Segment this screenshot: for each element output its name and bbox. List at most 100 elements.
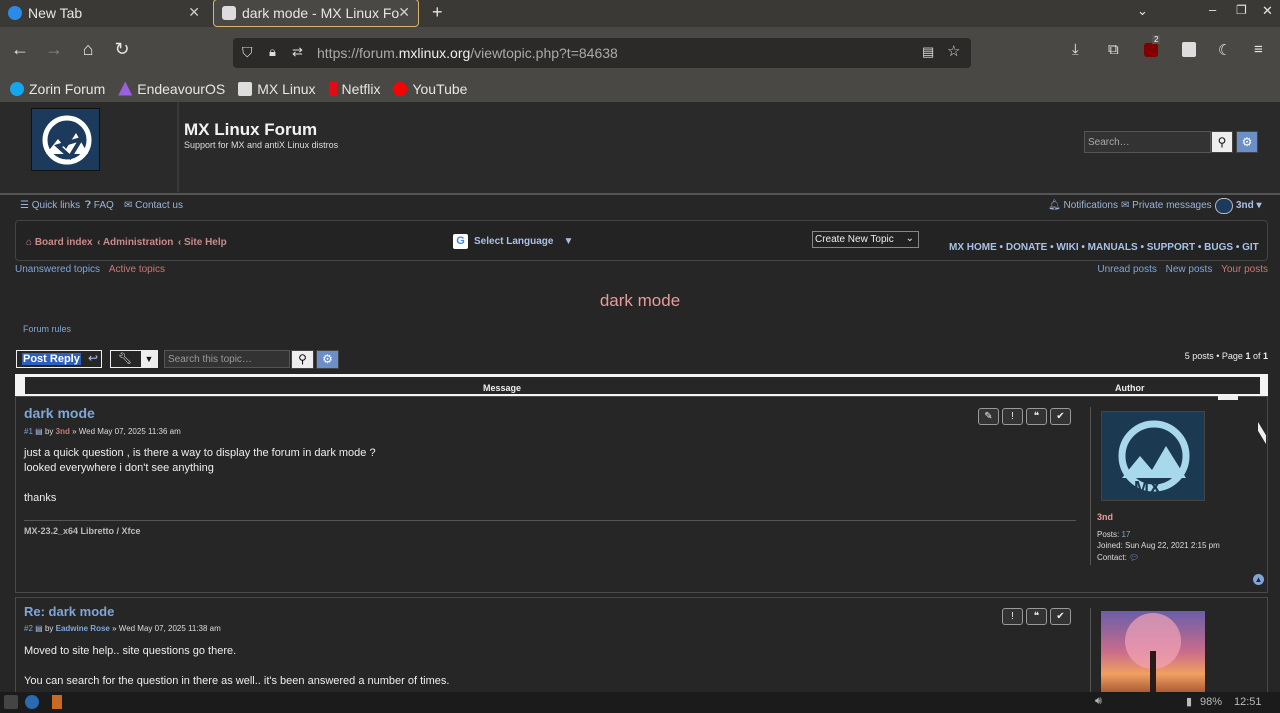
topic-tools-button[interactable]: 🔧︎ ▼ <box>110 350 158 368</box>
pagination-of: of <box>1250 351 1263 361</box>
support-link[interactable]: SUPPORT <box>1147 242 1195 253</box>
report-button[interactable]: ! <box>1002 608 1023 625</box>
author-avatar[interactable]: MX <box>1101 411 1205 501</box>
url-domain: mxlinux.org <box>398 45 471 61</box>
advanced-search-button[interactable]: ⚙ <box>316 350 339 369</box>
close-icon[interactable]: ✕ <box>398 4 410 21</box>
clock[interactable]: 12:51 <box>1234 696 1262 708</box>
url-bar[interactable]: ⛉ 🔒︎ ⇄ https://forum. mxlinux.org/viewtop… <box>233 38 971 68</box>
check-button[interactable]: ✔ <box>1050 608 1071 625</box>
quote-button[interactable]: ❝ <box>1026 608 1047 625</box>
user-menu[interactable]: 3nd ▾ <box>1236 200 1262 211</box>
profile-name[interactable]: 3nd <box>1097 512 1113 522</box>
author-avatar[interactable] <box>1101 611 1205 692</box>
post-author[interactable]: Eadwine Rose <box>56 624 110 633</box>
mx-home-link[interactable]: MX HOME <box>949 242 997 253</box>
manuals-link[interactable]: MANUALS <box>1088 242 1138 253</box>
forward-icon[interactable]: → <box>42 39 66 60</box>
create-topic-select[interactable]: Create New Topic ⌄ <box>812 231 919 248</box>
back-to-top-icon[interactable]: ▲ <box>1253 574 1264 585</box>
volume-icon[interactable]: 🔊︎ <box>1095 695 1102 708</box>
contact-label: Contact us <box>135 200 183 211</box>
bookmark-netflix[interactable]: Netflix <box>328 81 380 97</box>
search-topic-input[interactable]: Search this topic… <box>164 350 290 368</box>
contact-link[interactable]: ✉ Contact us <box>124 200 183 211</box>
bookmark-endeavouros[interactable]: EndeavourOS <box>118 81 225 97</box>
menu-icon[interactable]: ≡ <box>1254 41 1263 58</box>
reload-icon[interactable]: ↻ <box>110 39 134 60</box>
mx-logo[interactable] <box>31 108 100 171</box>
breadcrumb-site-help[interactable]: Site Help <box>184 237 227 248</box>
active-topics-link[interactable]: Active topics <box>109 264 165 275</box>
check-button[interactable]: ✔ <box>1050 408 1071 425</box>
new-tab-button[interactable]: + <box>432 2 443 23</box>
battery-icon[interactable]: ▮ <box>1186 695 1192 708</box>
download-icon[interactable]: ⤓ <box>1072 41 1079 58</box>
new-posts-link[interactable]: New posts <box>1166 264 1213 275</box>
close-icon[interactable]: ✕ <box>188 4 200 21</box>
post-number[interactable]: #2 <box>24 624 33 633</box>
wiki-link[interactable]: WIKI <box>1056 242 1078 253</box>
netflix-icon <box>328 81 337 96</box>
breadcrumb-board-index[interactable]: Board index <box>35 237 93 248</box>
home-icon[interactable]: ⌂ <box>76 39 100 60</box>
donate-link[interactable]: DONATE <box>1006 242 1047 253</box>
app-taskbar-icon[interactable] <box>52 695 62 709</box>
bitwarden-icon[interactable] <box>1182 42 1196 57</box>
post-title[interactable]: Re: dark mode <box>24 604 114 619</box>
your-posts-link[interactable]: Your posts <box>1221 264 1268 275</box>
quote-button[interactable]: ❝ <box>1026 408 1047 425</box>
dark-reader-icon[interactable]: ☾ <box>1218 41 1231 59</box>
post-title[interactable]: dark mode <box>24 405 95 421</box>
bookmark-star-icon[interactable]: ☆ <box>947 42 960 60</box>
list-tabs-icon[interactable]: ⌄ <box>1137 3 1148 19</box>
private-messages-link[interactable]: ✉ Private messages <box>1121 200 1212 211</box>
unanswered-topics-link[interactable]: Unanswered topics <box>15 264 100 275</box>
post-number[interactable]: #1 <box>24 427 33 436</box>
forum-rules-link[interactable]: Forum rules <box>23 324 71 334</box>
minimize-icon[interactable]: – <box>1209 2 1216 17</box>
reader-view-icon[interactable]: ▤ <box>922 44 934 60</box>
unread-posts-link[interactable]: Unread posts <box>1097 264 1156 275</box>
tab-dark-mode[interactable]: dark mode - MX Linux For ✕ <box>213 0 419 27</box>
bookmark-youtube[interactable]: YouTube <box>393 81 467 97</box>
search-topic-button[interactable]: ⚲ <box>291 350 314 369</box>
tab-new-tab[interactable]: New Tab ✕ <box>0 0 208 26</box>
git-link[interactable]: GIT <box>1242 242 1259 253</box>
taskbar: 🔊︎ ▮ 98% 12:51 <box>0 692 1280 713</box>
url-prefix: https://forum. <box>317 45 399 61</box>
ublock-icon[interactable] <box>1144 43 1158 57</box>
notifications-link[interactable]: 🔔︎ Notifications <box>1048 200 1118 211</box>
window-close-icon[interactable]: ✕ <box>1262 3 1273 19</box>
puzzle-icon[interactable]: ⧉ <box>1108 41 1119 58</box>
bookmark-zorin[interactable]: Zorin Forum <box>10 81 105 97</box>
edit-button[interactable]: ✎ <box>978 408 999 425</box>
mx-menu-icon[interactable] <box>4 695 18 709</box>
faq-link[interactable]: ❓︎ FAQ <box>85 200 114 211</box>
bugs-link[interactable]: BUGS <box>1204 242 1233 253</box>
profile-posts-count[interactable]: 17 <box>1121 530 1130 539</box>
shield-icon[interactable]: ⛉ <box>242 44 253 61</box>
post-reply-button[interactable]: Post Reply ↩ <box>16 350 102 368</box>
header-divider <box>177 102 179 192</box>
advanced-search-button[interactable]: ⚙ <box>1236 131 1258 153</box>
browser-taskbar-icon[interactable] <box>25 695 39 709</box>
site-name[interactable]: MX Linux Forum <box>184 120 317 140</box>
chat-bubble-icon[interactable]: 💬︎ <box>1129 553 1139 562</box>
lock-icon[interactable]: 🔒︎ <box>269 44 276 60</box>
search-button[interactable]: ⚲ <box>1211 131 1233 153</box>
breadcrumb-administration[interactable]: Administration <box>103 237 174 248</box>
bookmark-mxlinux[interactable]: MX Linux <box>238 81 316 97</box>
back-icon[interactable]: ← <box>8 39 32 60</box>
search-input[interactable]: Search… <box>1084 131 1211 153</box>
quick-links[interactable]: ☰ Quick links <box>20 200 80 211</box>
permissions-icon[interactable]: ⇄ <box>292 44 303 60</box>
report-button[interactable]: ! <box>1002 408 1023 425</box>
topic-title[interactable]: dark mode <box>0 291 1280 311</box>
maximize-icon[interactable]: ❐ <box>1236 3 1247 17</box>
profile-joined: Joined: Sun Aug 22, 2021 2:15 pm <box>1097 541 1220 550</box>
google-translate[interactable]: G Select Language ▼ <box>453 234 573 249</box>
user-avatar[interactable] <box>1215 198 1233 214</box>
post-author[interactable]: 3nd <box>56 427 70 436</box>
notifications-label: Notifications <box>1063 200 1118 211</box>
